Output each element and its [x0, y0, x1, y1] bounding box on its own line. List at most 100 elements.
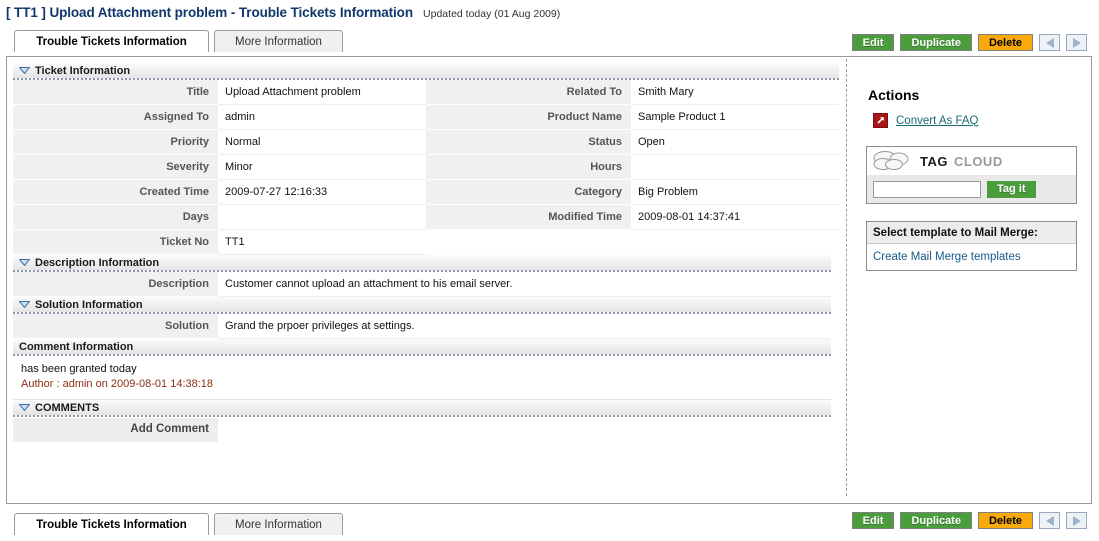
arrow-left-icon — [1045, 37, 1054, 48]
tab-trouble-tickets-information[interactable]: Trouble Tickets Information — [14, 30, 209, 52]
field-label-days: Days — [13, 205, 218, 230]
add-comment-row: Add Comment — [13, 418, 831, 442]
field-value-solution: Grand the prpoer privileges at settings. — [218, 314, 831, 339]
description-row: Description Customer cannot upload an at… — [13, 272, 831, 297]
tag-cloud-header: TAG CLOUD — [867, 147, 1076, 175]
ticket-fields-left-column: Title Upload Attachment problem Assigned… — [13, 80, 426, 255]
field-value-ticket-no: TT1 — [218, 230, 426, 255]
mail-merge-panel: Select template to Mail Merge: Create Ma… — [866, 221, 1077, 271]
field-value-severity: Minor — [218, 155, 426, 180]
tab-more-information[interactable]: More Information — [214, 30, 343, 52]
add-comment-field-area[interactable] — [218, 418, 831, 442]
convert-as-faq-link[interactable]: Convert As FAQ — [896, 115, 978, 127]
tag-cloud-word-tag: TAG — [920, 153, 948, 169]
field-label-product-name: Product Name — [426, 105, 631, 130]
field-label-modified-time: Modified Time — [426, 205, 631, 230]
previous-record-button-bottom[interactable] — [1039, 512, 1060, 529]
field-row: Title Upload Attachment problem — [13, 80, 426, 105]
action-buttons-bottom: Edit Duplicate Delete — [851, 512, 1087, 529]
section-title: Ticket Information — [35, 65, 131, 77]
field-value-title: Upload Attachment problem — [218, 80, 426, 105]
field-row: Assigned To admin — [13, 105, 426, 130]
section-title: Comment Information — [19, 341, 134, 353]
field-row: Hours — [426, 155, 839, 180]
chevron-down-icon — [19, 258, 30, 266]
field-row: Category Big Problem — [426, 180, 839, 205]
field-row: Related To Smith Mary — [426, 80, 839, 105]
tab-trouble-tickets-information-bottom[interactable]: Trouble Tickets Information — [14, 513, 209, 535]
section-header-description-information[interactable]: Description Information — [13, 255, 831, 272]
section-header-comment-information: Comment Information — [13, 339, 831, 356]
tag-it-button[interactable]: Tag it — [987, 180, 1036, 198]
section-header-solution-information[interactable]: Solution Information — [13, 297, 831, 314]
next-record-button-bottom[interactable] — [1066, 512, 1087, 529]
comment-entry: has been granted today Author : admin on… — [13, 356, 831, 400]
field-label-empty — [426, 230, 631, 255]
chevron-down-icon — [19, 403, 30, 411]
field-value-hours — [631, 155, 839, 180]
delete-button[interactable]: Delete — [977, 34, 1033, 51]
field-label-created-time: Created Time — [13, 180, 218, 205]
field-label-category: Category — [426, 180, 631, 205]
field-label-related-to: Related To — [426, 80, 631, 105]
field-value-description: Customer cannot upload an attachment to … — [218, 272, 831, 297]
field-value-assigned-to: admin — [218, 105, 426, 130]
delete-button-bottom[interactable]: Delete — [977, 512, 1033, 529]
section-title: COMMENTS — [35, 402, 100, 414]
field-value-days — [218, 205, 426, 230]
ticket-information-fields: Title Upload Attachment problem Assigned… — [13, 80, 839, 255]
field-value-priority: Normal — [218, 130, 426, 155]
detail-view-frame: Ticket Information Title Upload Attachme… — [6, 56, 1092, 504]
field-row: Status Open — [426, 130, 839, 155]
field-value-empty — [631, 230, 839, 255]
sidebar-actions-title: Actions — [868, 87, 920, 103]
field-row: Created Time 2009-07-27 12:16:33 — [13, 180, 426, 205]
mail-merge-heading: Select template to Mail Merge: — [867, 222, 1076, 244]
section-header-comments[interactable]: COMMENTS — [13, 400, 831, 417]
field-value-created-time: 2009-07-27 12:16:33 — [218, 180, 426, 205]
field-label-title: Title — [13, 80, 218, 105]
field-label-severity: Severity — [13, 155, 218, 180]
field-row: Product Name Sample Product 1 — [426, 105, 839, 130]
comment-body: has been granted today — [21, 363, 137, 375]
field-row: Ticket No TT1 — [13, 230, 426, 255]
duplicate-button[interactable]: Duplicate — [900, 34, 972, 51]
field-value-status: Open — [631, 130, 839, 155]
section-title: Solution Information — [35, 299, 143, 311]
field-row: Severity Minor — [13, 155, 426, 180]
field-label-assigned-to: Assigned To — [13, 105, 218, 130]
page-title: [ TT1 ] Upload Attachment problem - Trou… — [6, 5, 413, 20]
edit-button[interactable]: Edit — [851, 34, 895, 51]
field-label-priority: Priority — [13, 130, 218, 155]
section-header-ticket-information[interactable]: Ticket Information — [13, 63, 839, 80]
external-link-icon — [873, 113, 888, 128]
arrow-left-icon — [1045, 515, 1054, 526]
field-value-product-name: Sample Product 1 — [631, 105, 839, 130]
field-row: Days — [13, 205, 426, 230]
ticket-fields-right-column: Related To Smith Mary Product Name Sampl… — [426, 80, 839, 255]
solution-row: Solution Grand the prpoer privileges at … — [13, 314, 831, 339]
updated-timestamp: Updated today (01 Aug 2009) — [423, 8, 561, 20]
tag-input[interactable] — [873, 180, 981, 198]
cloud-icon — [872, 149, 916, 173]
chevron-down-icon — [19, 66, 30, 74]
arrow-right-icon — [1072, 515, 1081, 526]
tab-more-information-bottom[interactable]: More Information — [214, 513, 343, 535]
field-label-status: Status — [426, 130, 631, 155]
edit-button-bottom[interactable]: Edit — [851, 512, 895, 529]
create-mail-merge-templates-link[interactable]: Create Mail Merge templates — [867, 244, 1076, 270]
sidebar-item-convert-as-faq[interactable]: Convert As FAQ — [873, 113, 1077, 128]
add-comment-button[interactable]: Add Comment — [13, 418, 218, 442]
previous-record-button[interactable] — [1039, 34, 1060, 51]
duplicate-button-bottom[interactable]: Duplicate — [900, 512, 972, 529]
chevron-down-icon — [19, 300, 30, 308]
next-record-button[interactable] — [1066, 34, 1087, 51]
section-title: Description Information — [35, 257, 160, 269]
comment-author: Author : admin on 2009-08-01 14:38:18 — [21, 378, 214, 390]
tag-cloud-panel: TAG CLOUD Tag it — [866, 146, 1077, 204]
field-value-category: Big Problem — [631, 180, 839, 205]
field-row: Modified Time 2009-08-01 14:37:41 — [426, 205, 839, 230]
field-value-modified-time: 2009-08-01 14:37:41 — [631, 205, 839, 230]
tag-cloud-word-cloud: CLOUD — [953, 153, 1003, 169]
detail-main-column: Ticket Information Title Upload Attachme… — [7, 57, 846, 503]
